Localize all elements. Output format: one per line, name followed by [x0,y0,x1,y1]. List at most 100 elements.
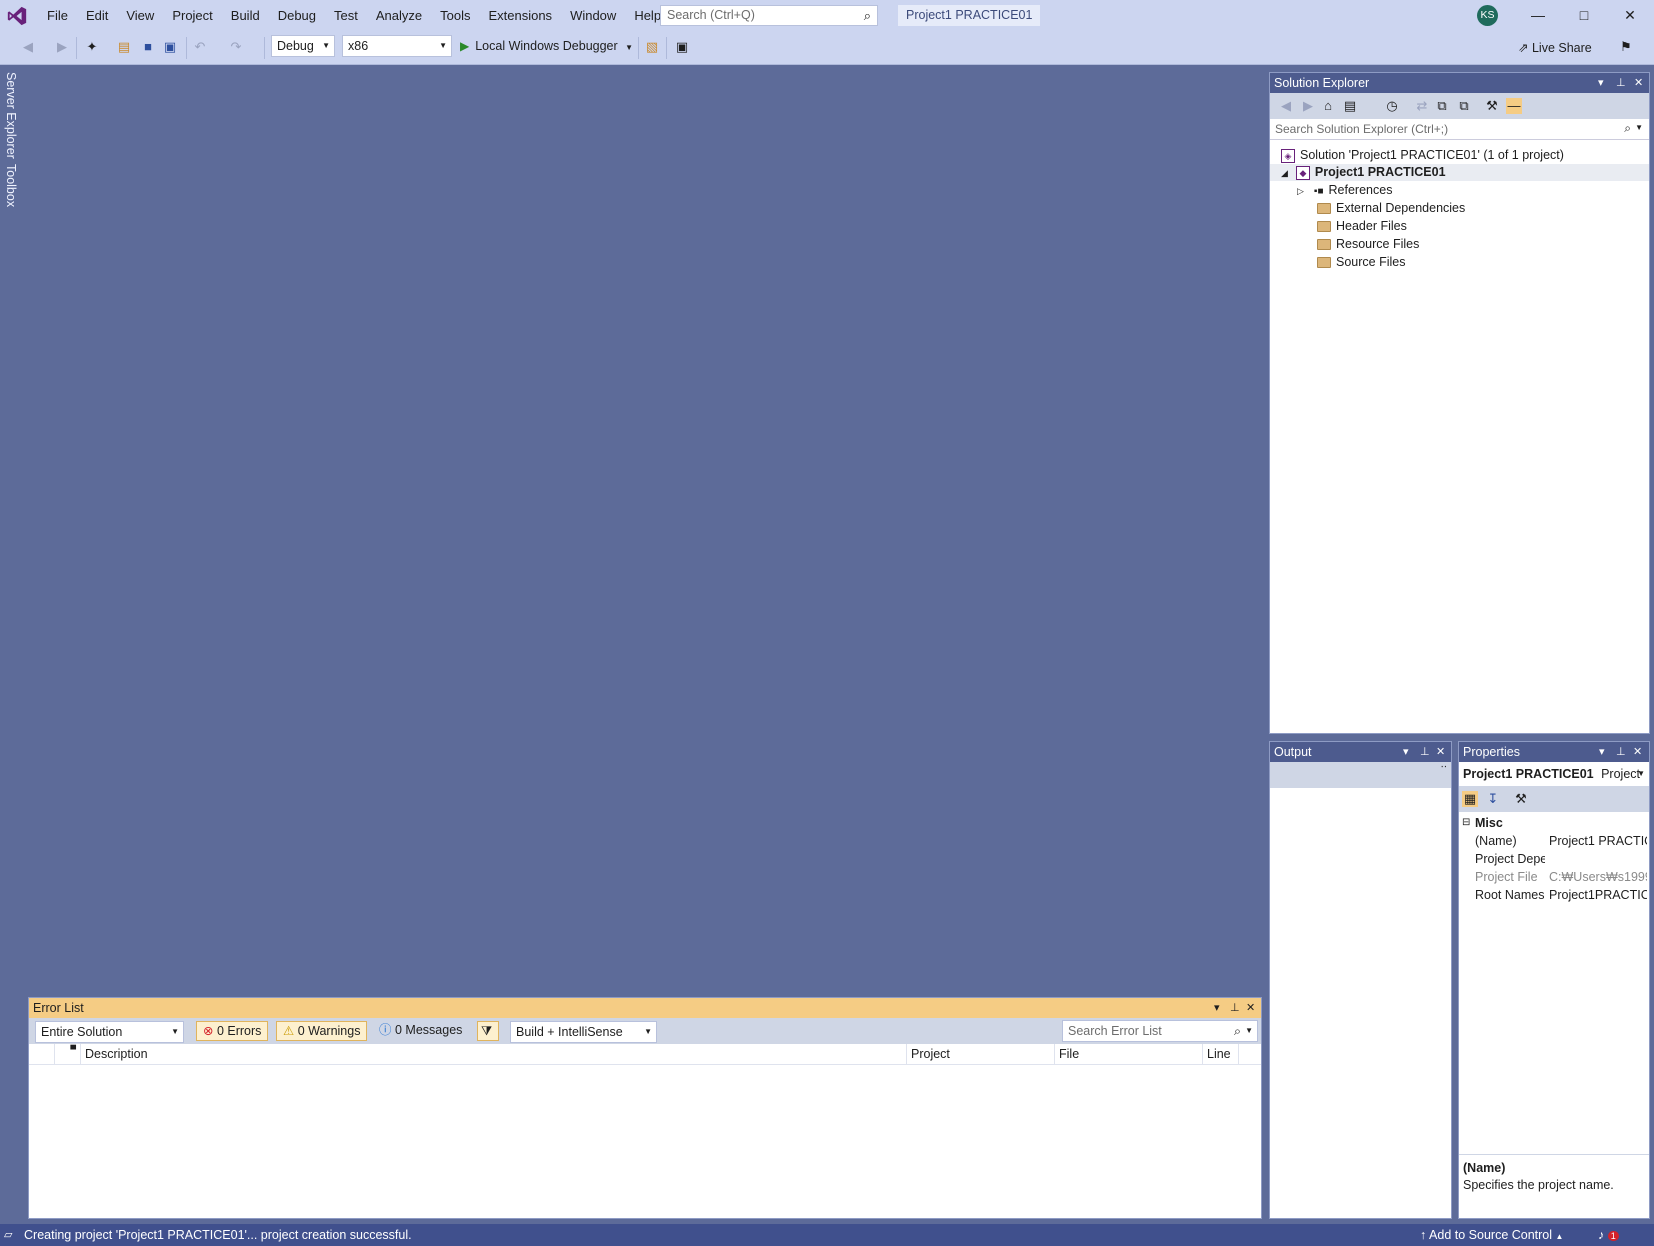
menu-item-file[interactable]: File [38,0,77,31]
forward-icon[interactable]: ▶ [54,39,70,55]
switch-views-icon[interactable]: ▤ [1342,98,1358,114]
column-header-file[interactable]: File [1055,1044,1203,1064]
filter-toggle-button[interactable]: ⧩ [477,1021,499,1041]
menu-item-analyze[interactable]: Analyze [367,0,431,31]
property-row[interactable]: (Name) Project1 PRACTIC [1461,832,1647,850]
tree-item-header-files[interactable]: Header Files [1317,218,1407,235]
property-row[interactable]: Project Deper [1461,850,1647,868]
chevron-down-icon[interactable]: ▾ [1599,742,1605,762]
collapsed-arrow-icon[interactable]: ▷ [1297,186,1304,196]
pin-icon[interactable]: ⊥ [1616,73,1626,93]
menu-item-edit[interactable]: Edit [77,0,117,31]
column-header-line[interactable]: Line [1203,1044,1239,1064]
start-debugging-button[interactable]: ▶ Local Windows Debugger ▼ [460,35,633,57]
tree-item-references[interactable]: ▷ ▪■ References [1297,182,1392,199]
maximize-button[interactable]: □ [1562,0,1606,31]
menu-item-extensions[interactable]: Extensions [479,0,561,31]
screenshot-icon[interactable]: ▣ [674,39,690,55]
solution-configuration-select[interactable]: Debug ▼ [271,35,335,57]
back-icon[interactable]: ◀ [1278,98,1294,114]
close-icon[interactable]: ✕ [1633,742,1642,762]
properties-object-name: Project1 PRACTICE01 [1463,767,1594,781]
property-category-misc[interactable]: ⊟ Misc [1461,814,1647,832]
tree-item-source-files[interactable]: Source Files [1317,254,1405,271]
column-header-project[interactable]: Project [907,1044,1055,1064]
chevron-down-icon[interactable]: ▾ [1214,998,1220,1018]
save-all-icon[interactable]: ▣ [162,39,178,55]
errors-filter-button[interactable]: ⊗ 0 Errors [196,1021,269,1041]
close-button[interactable]: ✕ [1608,0,1652,31]
menu-item-debug[interactable]: Debug [269,0,325,31]
redo-icon[interactable]: ↷ [228,39,244,55]
column-header-code[interactable]: ▀ [55,1044,81,1064]
chevron-down-icon[interactable]: ▾ [1598,73,1604,93]
forward-icon[interactable]: ▶ [1300,98,1316,114]
menu-item-test[interactable]: Test [325,0,367,31]
collapse-all-icon[interactable]: ⧉ [1434,98,1450,114]
find-in-files-icon[interactable]: ▧ [644,39,660,55]
close-icon[interactable]: ✕ [1246,998,1255,1018]
menu-item-build[interactable]: Build [222,0,269,31]
tree-item-external-dependencies[interactable]: External Dependencies [1317,200,1465,217]
pin-icon[interactable]: ⊥ [1616,742,1626,762]
minimize-button[interactable]: — [1516,0,1560,31]
menu-item-view[interactable]: View [117,0,163,31]
error-scope-select[interactable]: Entire Solution ▼ [35,1021,184,1043]
pin-icon[interactable]: ⊥ [1420,742,1430,762]
chevron-down-icon: ▼ [171,1027,179,1036]
status-window-icon: ▱ [4,1229,13,1241]
add-to-source-control-button[interactable]: ↑ Add to Source Control ▲ [1420,1224,1563,1246]
property-pages-icon[interactable]: ⚒ [1513,791,1529,807]
solution-explorer-search-input[interactable]: Search Solution Explorer (Ctrl+;) ⌕ ▼ [1270,119,1649,140]
chevron-down-icon[interactable]: ▾ [1403,742,1409,762]
property-row[interactable]: Root Namesp Project1PRACTIC [1461,886,1647,904]
preview-selected-icon[interactable]: — [1506,98,1522,114]
tree-item-resource-files[interactable]: Resource Files [1317,236,1419,253]
show-all-files-icon[interactable]: ⧉ [1456,98,1472,114]
alphabetical-icon[interactable]: ↧ [1485,791,1501,807]
property-value: C:₩Users₩s1999 [1549,870,1647,884]
expanded-arrow-icon[interactable]: ◢ [1281,168,1288,178]
column-header-category[interactable] [29,1044,55,1064]
save-icon[interactable]: ■ [140,39,156,55]
close-icon[interactable]: ✕ [1634,73,1643,93]
home-icon[interactable]: ⌂ [1320,98,1336,114]
property-row[interactable]: Project File C:₩Users₩s1999 [1461,868,1647,886]
collapse-icon[interactable]: ⊟ [1462,814,1470,832]
tab-toolbox[interactable]: Toolbox [4,164,18,207]
menu-item-tools[interactable]: Tools [431,0,479,31]
sync-icon[interactable]: ⇄ [1414,98,1430,114]
error-list-search-input[interactable]: Search Error List ⌕ ▼ [1062,1020,1258,1042]
pin-icon[interactable]: ⊥ [1230,998,1240,1018]
menu-item-window[interactable]: Window [561,0,625,31]
pending-changes-icon[interactable]: ◷ [1384,98,1400,114]
error-list-search-placeholder: Search Error List [1068,1024,1162,1038]
solution-platform-select[interactable]: x86 ▼ [342,35,452,57]
open-file-icon[interactable]: ▤ [116,39,132,55]
feedback-icon[interactable]: ⚑ [1618,39,1634,55]
tab-server-explorer[interactable]: Server Explorer [4,72,18,159]
avatar[interactable]: KS [1477,5,1498,26]
categorized-icon[interactable]: ▦ [1462,791,1478,807]
back-icon[interactable]: ◀ [20,39,36,55]
messages-filter-button[interactable]: ⓘ 0 Messages [373,1021,468,1041]
close-icon[interactable]: ✕ [1436,742,1445,762]
error-list-toolbar: Entire Solution ▼ ⊗ 0 Errors ⚠ 0 Warning… [29,1018,1261,1044]
menu-item-project[interactable]: Project [163,0,221,31]
column-header-description[interactable]: Description [81,1044,907,1064]
undo-icon[interactable]: ↶ [192,39,208,55]
overflow-icon[interactable]: ⋅⋅ [1441,762,1447,773]
new-project-icon[interactable]: ✦ [84,39,100,55]
solution-explorer-search-placeholder: Search Solution Explorer (Ctrl+;) [1275,122,1449,136]
error-source-select[interactable]: Build + IntelliSense ▼ [510,1021,657,1043]
warnings-filter-button[interactable]: ⚠ 0 Warnings [276,1021,368,1041]
notifications-button[interactable]: ♪ 1 [1598,1224,1619,1246]
properties-wrench-icon[interactable]: ⚒ [1484,98,1500,114]
tree-item-project[interactable]: ◢ ◆ Project1 PRACTICE01 [1270,164,1649,181]
solution-icon: ◈ [1281,148,1295,163]
live-share-button[interactable]: ⇗ Live Share [1518,37,1592,59]
tree-item-solution[interactable]: ◈ Solution 'Project1 PRACTICE01' (1 of 1 … [1281,147,1564,164]
properties-object-select[interactable]: Project1 PRACTICE01 Project ▼ [1459,762,1649,786]
messages-count-label: 0 Messages [395,1023,463,1037]
quick-search-input[interactable]: Search (Ctrl+Q) ⌕ [660,5,878,26]
